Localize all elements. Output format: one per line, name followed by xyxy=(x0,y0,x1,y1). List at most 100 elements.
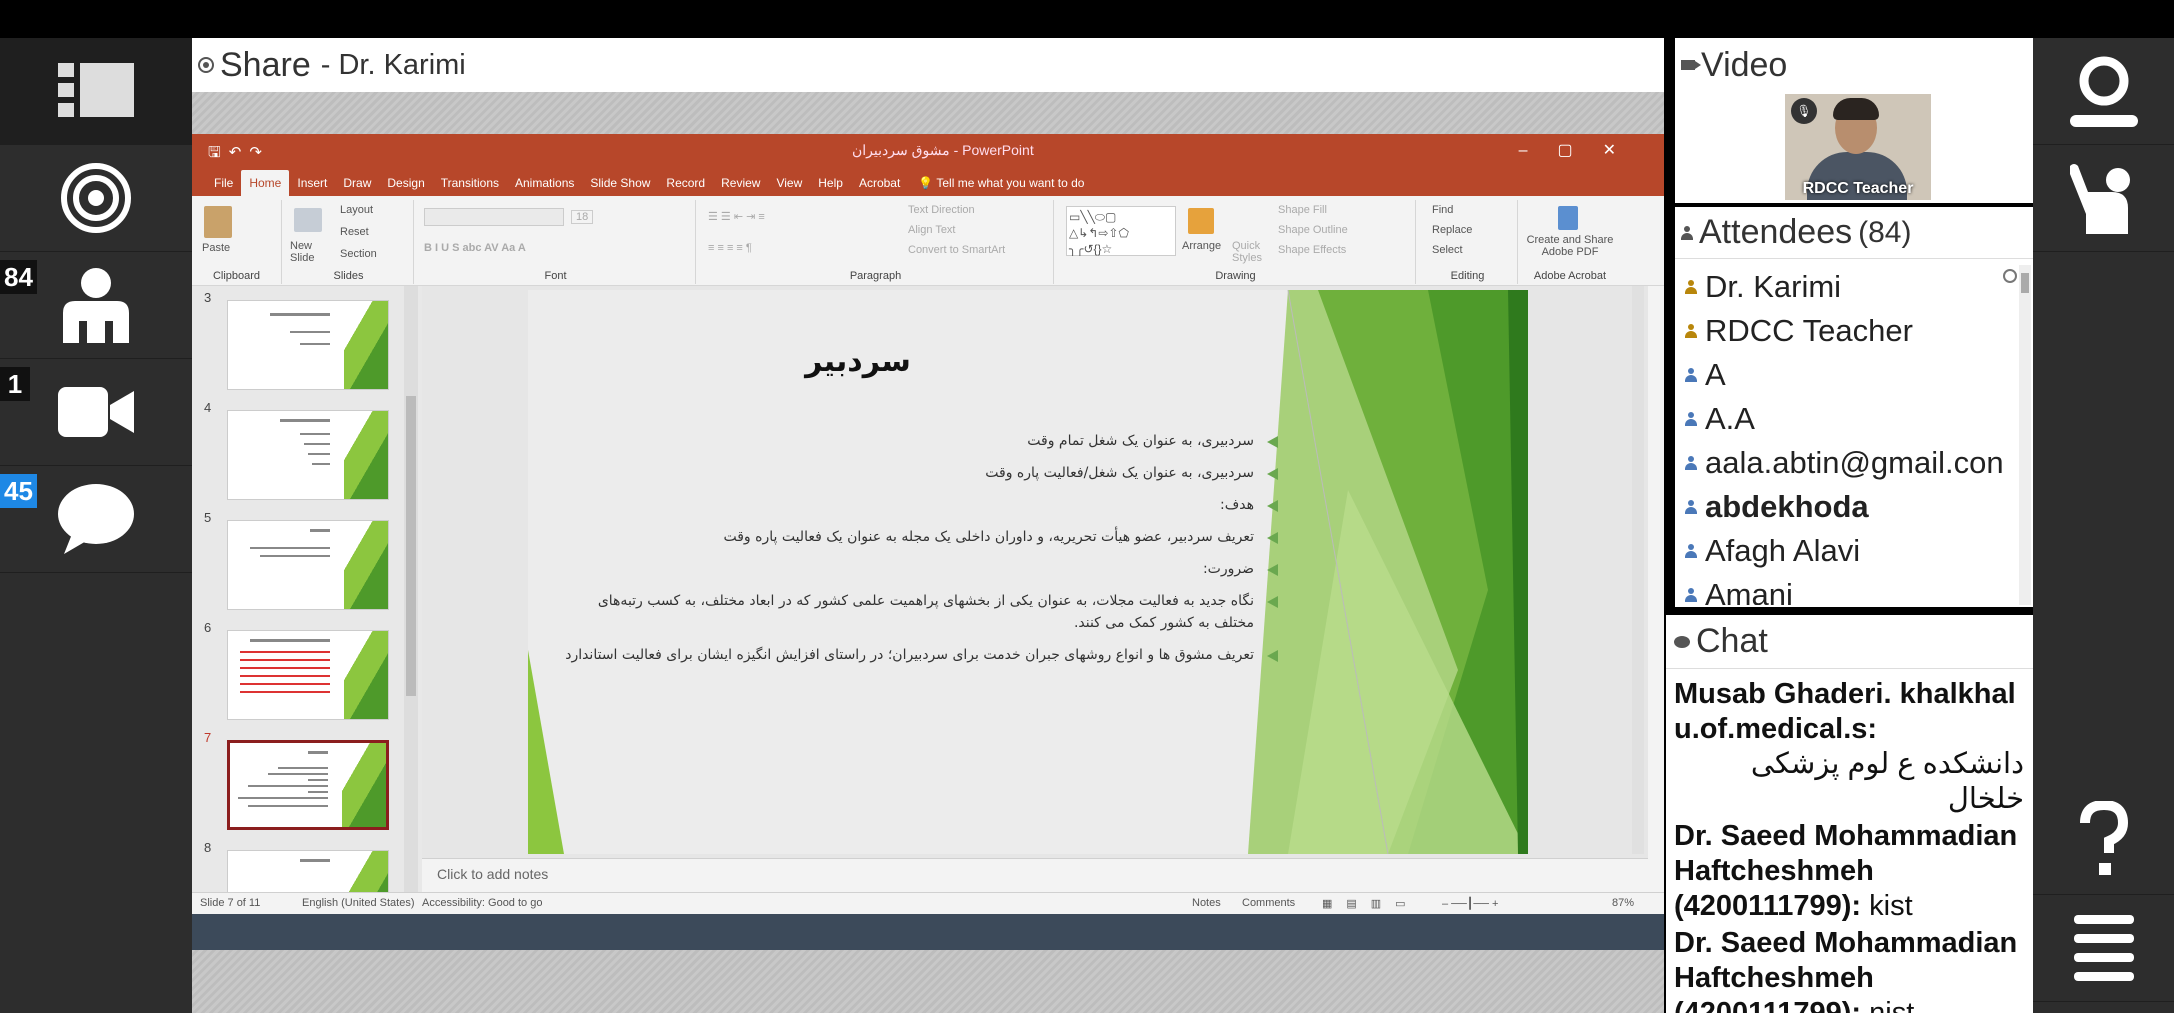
shapes-gallery[interactable]: ▭╲╲⬭▢ △↳↰⇨⇧⬠ ╮╭↺{}☆ xyxy=(1066,206,1176,256)
view-buttons[interactable]: ▦▤▥▭ xyxy=(1322,897,1420,910)
window-controls[interactable]: –▢✕ xyxy=(1519,140,1646,160)
convert-smartart-button[interactable]: Convert to SmartArt xyxy=(908,244,1005,256)
font-style-buttons[interactable]: B I U S abc AV Aa A xyxy=(424,242,526,254)
layout-button[interactable]: Layout xyxy=(340,204,373,216)
language-status[interactable]: English (United States) xyxy=(302,897,415,909)
video-tile[interactable]: 🎙 RDCC Teacher xyxy=(1785,94,1931,200)
thumbnail-row[interactable]: 4 xyxy=(192,400,422,500)
attendees-badge: 84 xyxy=(0,260,37,294)
status-button[interactable] xyxy=(0,145,192,252)
tab-transitions[interactable]: Transitions xyxy=(433,170,507,196)
shape-effects-button[interactable]: Shape Effects xyxy=(1278,244,1346,256)
chat-button[interactable]: 45 xyxy=(0,466,192,573)
raise-hand-icon xyxy=(2069,164,2130,234)
tab-home[interactable]: Home xyxy=(241,170,290,196)
new-slide-icon[interactable] xyxy=(294,208,322,232)
thumbnail-row[interactable]: 5 xyxy=(192,510,422,610)
new-slide-label[interactable]: New Slide xyxy=(290,240,330,264)
raise-hand-button[interactable] xyxy=(2033,145,2174,252)
font-name-box[interactable] xyxy=(424,208,564,226)
attendee-row[interactable]: abdekhoda xyxy=(1675,485,2015,529)
attendee-row[interactable]: RDCC Teacher xyxy=(1675,309,2015,353)
attendee-row[interactable]: aala.abtin@gmail.con xyxy=(1675,441,2015,485)
tab-help[interactable]: Help xyxy=(810,170,851,196)
align-text-button[interactable]: Align Text xyxy=(908,224,956,236)
text-direction-button[interactable]: Text Direction xyxy=(908,204,975,216)
paste-icon[interactable] xyxy=(204,206,232,238)
reset-button[interactable]: Reset xyxy=(340,226,369,238)
attendees-button[interactable]: 84 xyxy=(0,252,192,359)
tell-me-search[interactable]: 💡 Tell me what you want to do xyxy=(908,170,1094,196)
thumbnail-row-selected[interactable]: 7 xyxy=(192,730,422,830)
bullet-text: تعریف مشوق ها و انواع روشهای جبران خدمت … xyxy=(565,647,1254,663)
layouts-button[interactable] xyxy=(0,38,192,145)
arrange-icon[interactable] xyxy=(1188,208,1214,234)
attendees-scrollbar[interactable] xyxy=(2019,265,2031,605)
thumbnail-row[interactable]: 3 xyxy=(192,290,422,390)
thumbnail-row[interactable]: 8 xyxy=(192,840,422,892)
find-button[interactable]: Find xyxy=(1432,204,1453,216)
attendee-row[interactable]: Afagh Alavi xyxy=(1675,529,2015,573)
bullet-text: سردبیری، به عنوان یک شغل تمام وقت xyxy=(1027,433,1254,449)
tab-design[interactable]: Design xyxy=(379,170,432,196)
tab-draw[interactable]: Draw xyxy=(335,170,379,196)
target-icon xyxy=(61,163,131,233)
comments-button[interactable]: Comments xyxy=(1242,897,1295,909)
slide-thumbnail[interactable] xyxy=(227,630,389,720)
font-size-box[interactable]: 18 xyxy=(571,210,594,224)
bullet-item: سردبیری، به عنوان یک شغل تمام وقت xyxy=(558,430,1278,452)
tab-animations[interactable]: Animations xyxy=(507,170,582,196)
slide-bullets[interactable]: سردبیری، به عنوان یک شغل تمام وقت سردبیر… xyxy=(558,430,1278,676)
zoom-slider[interactable]: – ──┃── + xyxy=(1442,897,1498,910)
tab-slide-show[interactable]: Slide Show xyxy=(582,170,658,196)
attendee-row[interactable]: Amani xyxy=(1675,573,2015,605)
tab-review[interactable]: Review xyxy=(713,170,768,196)
shape-fill-button[interactable]: Shape Fill xyxy=(1278,204,1327,216)
menu-button[interactable] xyxy=(2033,895,2174,1002)
paste-label[interactable]: Paste xyxy=(202,242,230,254)
pdf-icon[interactable] xyxy=(1558,206,1578,230)
notes-pane[interactable]: Click to add notes xyxy=(422,858,1648,892)
attendee-row[interactable]: A.A xyxy=(1675,397,2015,441)
tab-insert[interactable]: Insert xyxy=(289,170,335,196)
arrange-label[interactable]: Arrange xyxy=(1182,240,1221,252)
tab-acrobat[interactable]: Acrobat xyxy=(851,170,908,196)
thumbnail-row[interactable]: 6 xyxy=(192,620,422,720)
acrobat-group: Create and Share Adobe PDF Adobe Acrobat xyxy=(1520,200,1620,284)
accessibility-status[interactable]: Accessibility: Good to go xyxy=(422,897,542,909)
tab-file[interactable]: File xyxy=(206,170,241,196)
quick-styles-label[interactable]: Quick Styles xyxy=(1232,240,1268,264)
create-share-pdf-button[interactable]: Create and Share Adobe PDF xyxy=(1520,234,1620,258)
zoom-level[interactable]: 87% xyxy=(1612,897,1634,909)
camera-button[interactable]: 1 xyxy=(0,359,192,466)
section-button[interactable]: Section xyxy=(340,248,377,260)
scrollbar-thumb[interactable] xyxy=(2021,273,2029,293)
scrollbar-thumb[interactable] xyxy=(406,396,416,696)
tab-record[interactable]: Record xyxy=(658,170,713,196)
slides-group-name: Slides xyxy=(333,270,364,282)
attendee-name: Dr. Karimi xyxy=(1705,269,1842,304)
select-button[interactable]: Select xyxy=(1432,244,1463,256)
slide-thumbnail[interactable] xyxy=(227,300,389,390)
help-button[interactable] xyxy=(2033,788,2174,895)
tab-view[interactable]: View xyxy=(768,170,810,196)
notes-button[interactable]: Notes xyxy=(1192,897,1221,909)
replace-button[interactable]: Replace xyxy=(1432,224,1472,236)
shape-outline-button[interactable]: Shape Outline xyxy=(1278,224,1348,236)
current-slide[interactable]: سردبیر سردبیری، به عنوان یک شغل تمام وقت… xyxy=(528,290,1528,854)
slide-scrollbar[interactable] xyxy=(1632,286,1644,854)
slide-thumbnail-selected[interactable] xyxy=(227,740,389,830)
attendees-pod-title: Attendees xyxy=(1699,213,1853,251)
attendee-row[interactable]: Dr. Karimi xyxy=(1675,265,2015,309)
slide-thumbnail[interactable] xyxy=(227,850,389,892)
list-buttons[interactable]: ☰ ☰ ⇤ ⇥ ≡ xyxy=(708,210,765,223)
slide-title[interactable]: سردبیر xyxy=(728,344,988,379)
slide-thumbnail[interactable] xyxy=(227,410,389,500)
participant-icon xyxy=(1685,500,1697,514)
thumbnails-scrollbar[interactable] xyxy=(404,286,418,892)
slide-thumbnail[interactable] xyxy=(227,520,389,610)
bullet-item: نگاه جدید به فعالیت مجلات، به عنوان یکی … xyxy=(558,590,1278,634)
profile-button[interactable] xyxy=(2033,38,2174,145)
attendee-row[interactable]: A xyxy=(1675,353,2015,397)
align-buttons[interactable]: ≡ ≡ ≡ ≡ ¶ xyxy=(708,242,752,254)
